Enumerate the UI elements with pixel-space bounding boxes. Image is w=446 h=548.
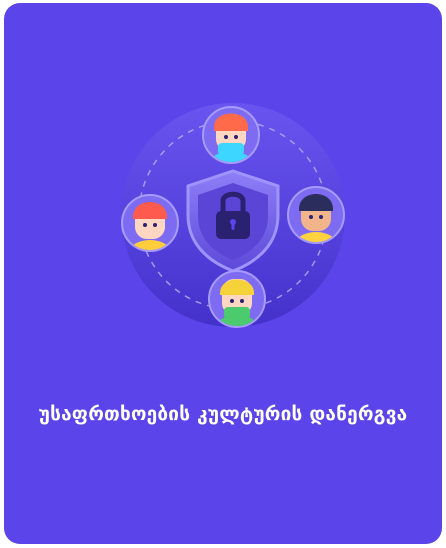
- person-avatar-icon: [208, 270, 266, 328]
- security-culture-card[interactable]: უსაფრთხოების კულტურის დანერგვა: [4, 3, 442, 544]
- card-title: უსაფრთხოების კულტურის დანერგვა: [38, 403, 408, 425]
- security-illustration: [121, 103, 345, 328]
